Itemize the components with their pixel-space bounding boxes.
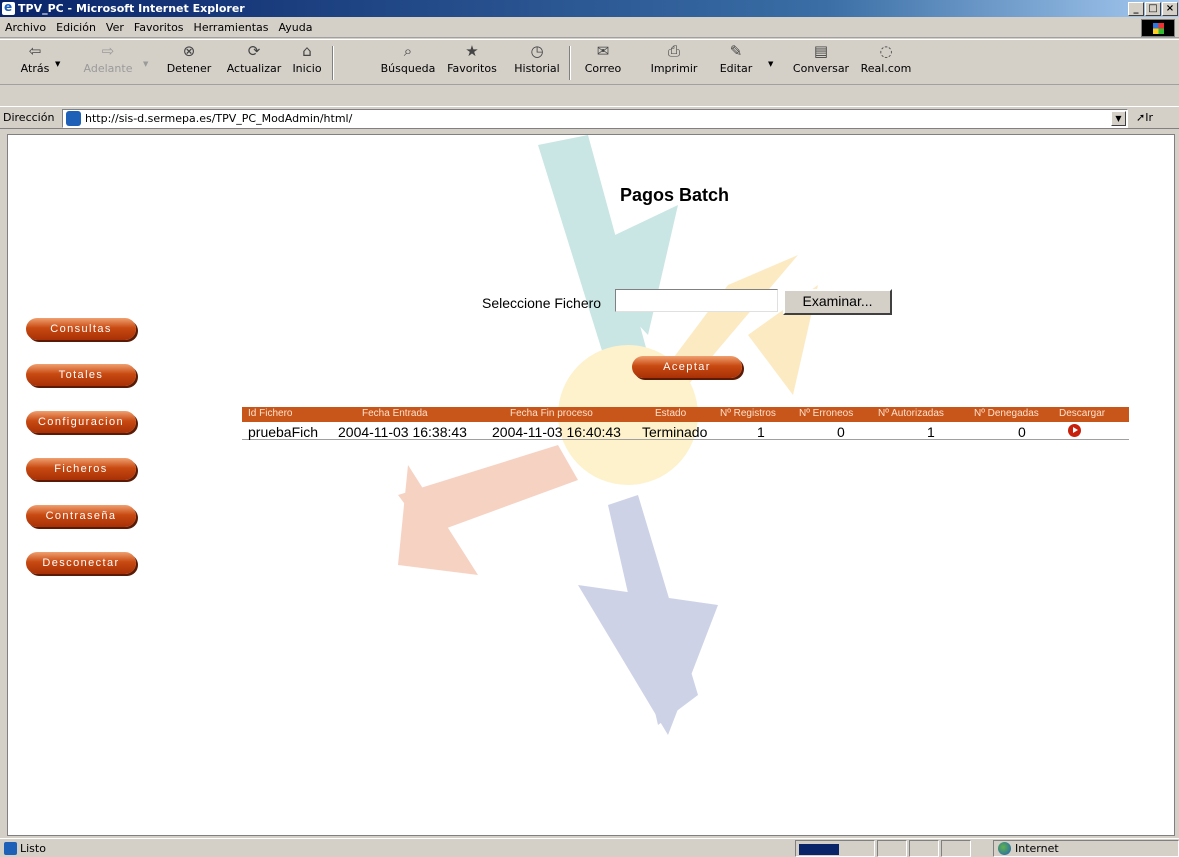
status-text: Listo — [20, 842, 46, 855]
column-header: Nº Autorizadas — [878, 408, 944, 419]
mail-icon: ✉ — [596, 42, 610, 60]
window-title: TPV_PC - Microsoft Internet Explorer — [18, 2, 245, 15]
cell-status: Terminado — [642, 424, 708, 440]
discuss-icon: ▤ — [813, 42, 829, 60]
file-path-input[interactable] — [615, 289, 778, 312]
page-status-icon — [4, 842, 17, 855]
address-input[interactable]: http://sis-d.sermepa.es/TPV_PC_ModAdmin/… — [62, 109, 1128, 128]
stop-icon: ⊗ — [182, 42, 196, 60]
windows-logo-icon — [1141, 19, 1175, 37]
menu-ayuda[interactable]: Ayuda — [273, 18, 317, 34]
menu-edicion[interactable]: Edición — [51, 18, 101, 34]
zone-text: Internet — [1015, 842, 1059, 855]
address-label: Dirección — [3, 111, 55, 124]
back-button[interactable]: ⇦ Atrás — [18, 42, 52, 82]
minimize-button[interactable]: _ — [1128, 2, 1144, 16]
menu-bar: Archivo Edición Ver Favoritos Herramientas Ay… — [0, 18, 1179, 38]
page-content: Pagos Batch Seleccione Fichero Examinar.… — [7, 134, 1175, 836]
print-icon: ⎙ — [667, 42, 680, 60]
title-bar: TPV_PC - Microsoft Internet Explorer _ □… — [0, 0, 1179, 17]
status-pane — [909, 840, 939, 857]
refresh-icon: ⟳ — [247, 42, 261, 60]
toolbar-separator — [569, 46, 571, 80]
background-logo-watermark — [398, 135, 818, 735]
favorites-icon: ★ — [465, 42, 479, 60]
forward-dropdown-icon[interactable]: ▼ — [143, 60, 148, 68]
status-pane — [877, 840, 907, 857]
cell-authorized: 1 — [927, 424, 935, 440]
edit-button[interactable]: ✎ Editar — [716, 42, 756, 82]
go-arrow-icon: ➚ — [1136, 111, 1146, 124]
nav-contrasena-button[interactable]: Contraseña — [26, 505, 136, 527]
history-button[interactable]: ◷ Historial — [512, 42, 562, 82]
cell-end-date: 2004-11-03 16:40:43 — [492, 424, 621, 440]
home-icon: ⌂ — [302, 42, 312, 60]
column-header: Nº Erroneos — [799, 408, 854, 419]
forward-arrow-icon: ⇨ — [101, 42, 115, 60]
nav-consultas-button[interactable]: Consultas — [26, 318, 136, 340]
cell-errors: 0 — [837, 424, 845, 440]
nav-desconectar-button[interactable]: Desconectar — [26, 552, 136, 574]
menu-herramientas[interactable]: Herramientas — [189, 18, 274, 34]
nav-totales-button[interactable]: Totales — [26, 364, 136, 386]
back-dropdown-icon[interactable]: ▼ — [55, 60, 60, 68]
edit-dropdown-icon[interactable]: ▼ — [768, 60, 773, 68]
stop-button[interactable]: ⊗ Detener — [160, 42, 218, 82]
file-select-label: Seleccione Fichero — [482, 295, 602, 311]
table-row: pruebaFich 2004-11-03 16:38:43 2004-11-0… — [242, 422, 1129, 440]
cell-entry-date: 2004-11-03 16:38:43 — [338, 424, 467, 440]
cell-denied: 0 — [1018, 424, 1026, 440]
nav-configuracion-button[interactable]: Configuracion — [26, 411, 136, 433]
address-url: http://sis-d.sermepa.es/TPV_PC_ModAdmin/… — [85, 112, 353, 125]
status-bar: Listo Internet — [0, 838, 1179, 857]
home-button[interactable]: ⌂ Inicio — [288, 42, 326, 82]
cell-records: 1 — [757, 424, 765, 440]
column-header: Estado — [655, 408, 687, 419]
close-button[interactable]: × — [1162, 2, 1178, 16]
internet-zone-icon — [998, 842, 1011, 855]
column-header: Id Fichero — [248, 408, 293, 419]
edit-icon: ✎ — [729, 42, 743, 60]
column-header: Descargar — [1059, 408, 1106, 419]
favorites-button[interactable]: ★ Favoritos — [443, 42, 501, 82]
column-header: Nº Denegadas — [974, 408, 1039, 419]
address-bar: Dirección http://sis-d.sermepa.es/TPV_PC… — [0, 106, 1179, 129]
menu-favoritos[interactable]: Favoritos — [129, 18, 189, 34]
realcom-icon: ◌ — [879, 42, 893, 60]
back-arrow-icon: ⇦ — [28, 42, 42, 60]
nav-ficheros-button[interactable]: Ficheros — [26, 458, 136, 480]
download-icon[interactable] — [1068, 424, 1081, 437]
menu-archivo[interactable]: Archivo — [0, 18, 51, 34]
realcom-button[interactable]: ◌ Real.com — [857, 42, 915, 82]
table-header: Id Fichero Fecha Entrada Fecha Fin proce… — [242, 407, 1129, 422]
discuss-button[interactable]: ▤ Conversar — [790, 42, 852, 82]
column-header: Fecha Fin proceso — [510, 408, 593, 419]
search-icon: ⌕ — [403, 42, 413, 60]
column-header: Nº Registros — [720, 408, 776, 419]
column-header: Fecha Entrada — [362, 408, 428, 419]
menu-ver[interactable]: Ver — [101, 18, 129, 34]
history-icon: ◷ — [530, 42, 544, 60]
print-button[interactable]: ⎙ Imprimir — [648, 42, 700, 82]
address-dropdown-icon[interactable]: ▼ — [1111, 111, 1126, 126]
go-button[interactable]: ➚Ir — [1136, 111, 1153, 124]
status-pane — [941, 840, 971, 857]
refresh-button[interactable]: ⟳ Actualizar — [226, 42, 282, 82]
toolbar-separator — [332, 46, 334, 80]
maximize-button[interactable]: □ — [1145, 2, 1161, 16]
search-button[interactable]: ⌕ Búsqueda — [376, 42, 440, 82]
browse-button[interactable]: Examinar... — [783, 289, 892, 315]
page-icon — [66, 111, 81, 126]
forward-button[interactable]: ⇨ Adelante — [78, 42, 138, 82]
browser-window: TPV_PC - Microsoft Internet Explorer _ □… — [0, 0, 1179, 857]
ie-app-icon — [2, 0, 15, 16]
accept-button[interactable]: Aceptar — [632, 356, 742, 378]
cell-file-id: pruebaFich — [248, 424, 319, 440]
progress-pane — [795, 840, 875, 857]
page-title: Pagos Batch — [620, 185, 730, 205]
mail-button[interactable]: ✉ Correo — [578, 42, 628, 82]
progress-bar — [799, 844, 839, 855]
toolbar: ⇦ Atrás ▼ ⇨ Adelante ▼ ⊗ Detener ⟳ Actualiza… — [0, 39, 1179, 85]
